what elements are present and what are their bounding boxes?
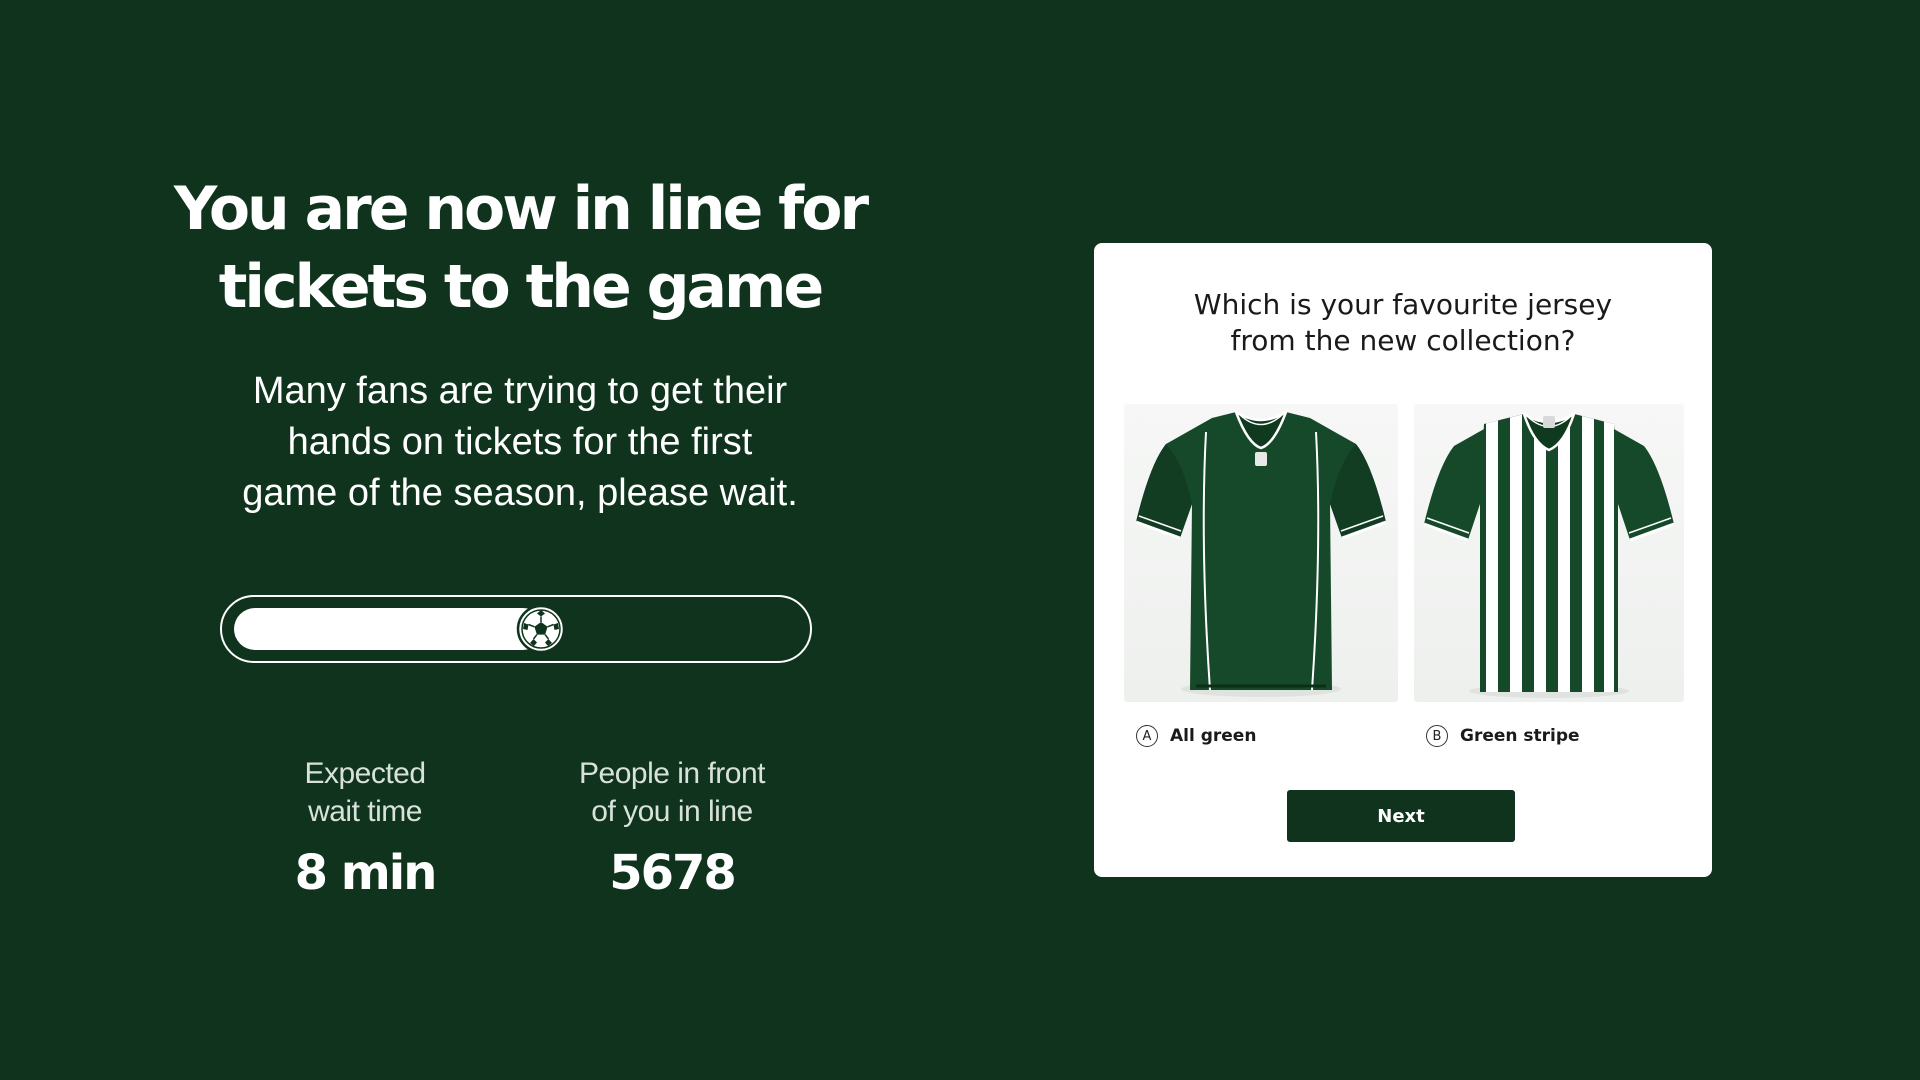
- option-letter-badge: A: [1136, 725, 1158, 747]
- queue-progress-bar: [220, 595, 812, 663]
- page-title-line: tickets to the game: [218, 252, 825, 322]
- people-ahead-value: 5678: [609, 845, 737, 901]
- option-letter-badge: B: [1426, 725, 1448, 747]
- queue-message-line: game of the season, please wait.: [242, 472, 798, 514]
- option-label-text: All green: [1170, 726, 1257, 746]
- wait-time-value: 8 min: [294, 845, 438, 901]
- poll-option-a-label: A All green: [1136, 722, 1256, 750]
- people-ahead-stat: People in front of you in line 5678: [542, 755, 802, 901]
- queue-message: Many fans are trying to get their hands …: [200, 366, 840, 519]
- poll-option-b[interactable]: B Green stripe: [1414, 404, 1684, 754]
- queue-stats: Expected wait time 8 min People in front…: [160, 755, 880, 915]
- wait-time-stat: Expected wait time 8 min: [235, 755, 495, 901]
- option-label-text: Green stripe: [1460, 726, 1580, 746]
- page-title-line: You are now in line for: [173, 174, 869, 244]
- people-ahead-label-line: People in front: [579, 757, 765, 790]
- poll-question-line: Which is your favourite jersey: [1193, 288, 1613, 321]
- queue-panel: You are now in line for tickets to the g…: [160, 170, 880, 901]
- wait-time-label-line: wait time: [308, 795, 422, 828]
- people-ahead-label-line: of you in line: [591, 795, 753, 828]
- queue-message-line: hands on tickets for the first: [287, 421, 753, 463]
- queue-page: You are now in line for tickets to the g…: [0, 0, 1920, 1080]
- green-stripe-jersey-image[interactable]: [1414, 404, 1684, 702]
- jersey-poll-card: Which is your favourite jersey from the …: [1094, 243, 1712, 877]
- wait-time-label: Expected wait time: [235, 755, 495, 831]
- poll-question-line: from the new collection?: [1230, 324, 1576, 357]
- progress-fill: [234, 608, 544, 650]
- next-button[interactable]: Next: [1287, 790, 1515, 842]
- wait-time-label-line: Expected: [304, 757, 426, 790]
- all-green-jersey-image: [1135, 408, 1387, 697]
- queue-message-line: Many fans are trying to get their: [252, 370, 788, 412]
- people-ahead-label: People in front of you in line: [542, 755, 802, 831]
- poll-option-b-label: B Green stripe: [1426, 722, 1580, 750]
- page-title: You are now in line for tickets to the g…: [160, 170, 880, 326]
- poll-question: Which is your favourite jersey from the …: [1094, 287, 1712, 359]
- soccer-ball-icon: [516, 604, 566, 654]
- poll-option-a[interactable]: A All green: [1124, 404, 1398, 754]
- green-stripe-jersey-image: [1423, 411, 1675, 698]
- all-green-jersey-image[interactable]: [1124, 404, 1398, 702]
